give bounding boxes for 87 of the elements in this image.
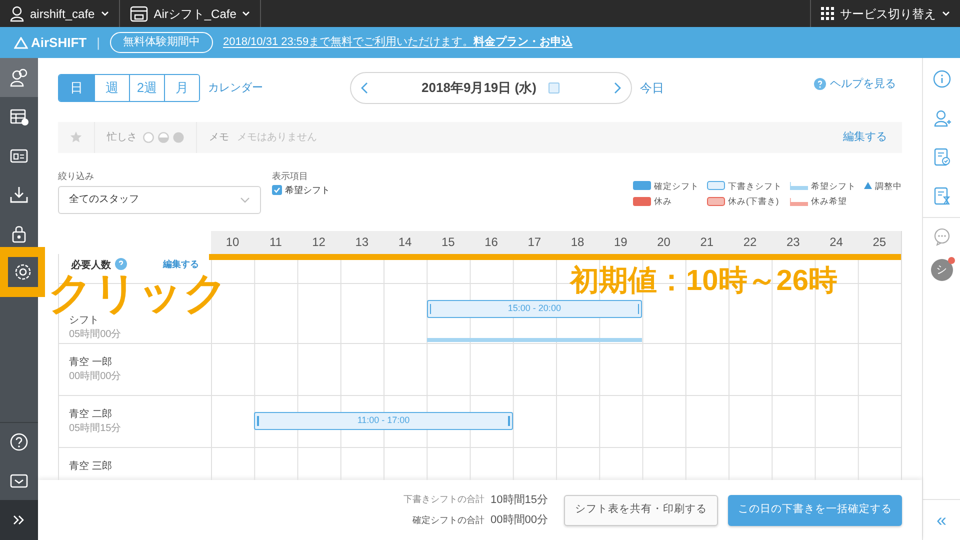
chevron-down-icon bbox=[240, 196, 250, 203]
caret-icon bbox=[100, 10, 109, 16]
view-tab[interactable]: 日 bbox=[59, 75, 94, 101]
memo-label: メモ bbox=[209, 130, 229, 145]
hour-label: 17 bbox=[526, 234, 542, 251]
legend-label: 確定シフト bbox=[654, 180, 699, 192]
staff-name: 青空 二郎 bbox=[69, 408, 113, 422]
legend-label: 休み希望 bbox=[811, 195, 847, 208]
full-circle-icon[interactable] bbox=[173, 132, 184, 143]
required-staff-label: 必要人数 bbox=[71, 258, 111, 273]
edit-link[interactable]: 編集する bbox=[163, 258, 199, 272]
download-icon[interactable] bbox=[9, 184, 29, 204]
hour-label: 21 bbox=[699, 234, 715, 251]
settings-icon[interactable] bbox=[12, 262, 32, 282]
half-circle-icon[interactable] bbox=[158, 132, 169, 143]
total-value: 00時間00分 bbox=[490, 513, 548, 528]
person-clock-icon[interactable] bbox=[9, 68, 29, 88]
help-icon bbox=[814, 78, 826, 90]
legend-label: 希望シフト bbox=[811, 180, 856, 192]
range-annotation: 初期値：10時～26時 bbox=[570, 264, 838, 299]
pricing-link[interactable]: 料金プラン・お申込 bbox=[474, 34, 573, 51]
legend-label: 調整中 bbox=[875, 180, 902, 192]
today-link[interactable]: 今日 bbox=[640, 79, 664, 97]
hour-label: 22 bbox=[742, 234, 758, 251]
help-link[interactable]: ヘルプを見る bbox=[814, 76, 896, 92]
document-check-icon[interactable] bbox=[932, 148, 950, 166]
hour-label: 20 bbox=[656, 234, 672, 251]
draft-shift-bar[interactable]: 11:00 - 17:00 bbox=[254, 412, 513, 430]
caret-icon bbox=[242, 10, 250, 16]
staff-name: 青空 一郎 bbox=[69, 356, 113, 370]
hour-label: 13 bbox=[354, 234, 370, 251]
hour-label: 24 bbox=[828, 234, 844, 251]
info-icon[interactable] bbox=[932, 70, 950, 88]
hour-label: 14 bbox=[397, 234, 413, 251]
filter-label: 絞り込み bbox=[58, 170, 95, 183]
click-annotation: クリック bbox=[48, 274, 228, 314]
staff-hours: 05時間00分 bbox=[69, 328, 122, 342]
staff-filter-dropdown[interactable]: 全てのスタッフ bbox=[58, 186, 261, 214]
wish-shift-checkbox[interactable]: 希望シフト bbox=[272, 184, 330, 198]
hour-label: 25 bbox=[872, 234, 888, 251]
document-hourglass-icon[interactable] bbox=[932, 186, 950, 204]
hour-label: 19 bbox=[613, 234, 628, 251]
total-label: 確定シフトの合計 bbox=[412, 514, 485, 526]
legend-label: 下書きシフト bbox=[728, 180, 782, 192]
edit-link[interactable]: 編集する bbox=[843, 129, 887, 146]
caret-icon bbox=[942, 10, 950, 16]
empty-circle-icon[interactable] bbox=[143, 132, 154, 143]
hour-label: 10 bbox=[224, 234, 240, 251]
share-print-button[interactable]: シフト表を共有・印刷する bbox=[564, 494, 718, 526]
staff-name: 青空 三郎 bbox=[69, 460, 113, 474]
collapse-button[interactable]: « bbox=[936, 500, 946, 540]
logo: AirSHIFT bbox=[14, 32, 87, 52]
staff-name: シフト bbox=[69, 314, 100, 328]
hour-label: 12 bbox=[311, 234, 326, 251]
triangle-logo-icon bbox=[14, 36, 28, 48]
hour-label: 11 bbox=[268, 234, 283, 251]
grid-icon bbox=[821, 7, 834, 20]
trial-message: 2018/10/31 23:59まで無料でご利用いただけます。 bbox=[223, 36, 474, 50]
date-label: 2018年9月19日 (水) bbox=[422, 79, 536, 98]
add-user-icon[interactable] bbox=[932, 108, 950, 126]
total-value: 10時間15分 bbox=[490, 492, 548, 508]
legend-label: 休み(下書き) bbox=[728, 195, 779, 208]
hour-label: 23 bbox=[786, 234, 801, 251]
hour-label: 15 bbox=[440, 234, 456, 251]
staff-hours: 05時間15分 bbox=[69, 422, 122, 436]
star-icon[interactable] bbox=[70, 131, 82, 144]
total-label: 下書きシフトの合計 bbox=[404, 493, 485, 506]
staff-hours: 00時間00分 bbox=[69, 370, 122, 384]
trial-badge: 無料体験期間中 bbox=[110, 32, 214, 53]
calendar-link[interactable]: カレンダー bbox=[208, 80, 263, 96]
confirm-all-button[interactable]: この日の下書きを一括確定する bbox=[728, 494, 902, 526]
hour-label: 16 bbox=[484, 234, 499, 251]
display-items-label: 表示項目 bbox=[272, 170, 309, 183]
avatar[interactable]: シ bbox=[930, 259, 952, 281]
store-icon bbox=[130, 6, 148, 22]
chat-icon[interactable] bbox=[932, 228, 950, 246]
chevron-right-icon[interactable] bbox=[612, 82, 621, 94]
busyness-label: 忙しさ bbox=[107, 130, 137, 145]
separator: | bbox=[96, 34, 100, 52]
view-tab[interactable]: 月 bbox=[164, 75, 199, 101]
legend-label: 休み bbox=[654, 195, 672, 208]
draft-shift-bar[interactable]: 15:00 - 20:00 bbox=[426, 300, 642, 318]
help-icon[interactable] bbox=[9, 432, 29, 452]
memo-text: メモはありません bbox=[237, 130, 317, 145]
user-icon bbox=[10, 6, 24, 22]
hour-label: 18 bbox=[570, 234, 586, 251]
chevron-left-icon[interactable] bbox=[361, 82, 369, 94]
